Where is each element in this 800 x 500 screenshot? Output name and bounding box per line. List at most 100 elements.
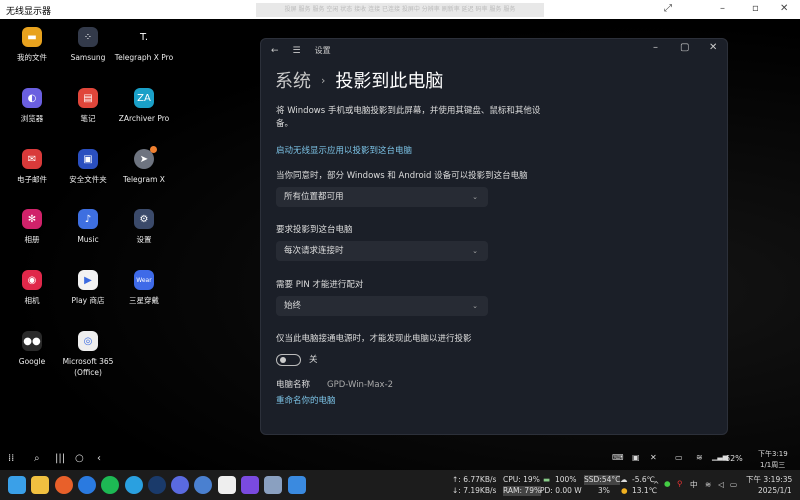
- app-icon-2[interactable]: T. Telegraph X Pro: [114, 27, 174, 63]
- app-icon-3[interactable]: ◐ 浏览器: [2, 88, 62, 124]
- app-glyph-icon: Wear: [134, 270, 154, 290]
- taskbar-settings-icon[interactable]: [264, 476, 283, 494]
- app-label: Music: [77, 235, 99, 244]
- ime-indicator[interactable]: 中: [690, 480, 698, 490]
- app-label: 浏览器: [20, 114, 44, 123]
- app-icon-1[interactable]: ⁘ Samsung: [58, 27, 118, 63]
- net-down: ↓: 7.19KB/s: [452, 486, 497, 495]
- taskbar-app-w-icon[interactable]: [241, 476, 259, 494]
- app-icon-11[interactable]: ⚙ 设置: [114, 209, 174, 245]
- net-up: ↑: 6.77KB/s: [452, 475, 497, 484]
- recents-button[interactable]: |||: [55, 453, 65, 464]
- app-label: ZArchiver Pro: [118, 114, 170, 123]
- keyboard-icon[interactable]: ⌨: [612, 453, 624, 462]
- power-toggle[interactable]: [276, 354, 301, 366]
- taskbar-installer-icon[interactable]: [217, 476, 236, 494]
- app-icon-9[interactable]: ✻ 相册: [2, 209, 62, 245]
- ram-usage: RAM: 79%: [503, 486, 542, 496]
- wifi-icon[interactable]: ≋: [705, 480, 711, 490]
- app-icon-5[interactable]: ZA ZArchiver Pro: [114, 88, 174, 124]
- pin-value: 始终: [284, 301, 302, 311]
- app-glyph-icon: ▤: [78, 88, 98, 108]
- maximize-button[interactable]: ▫: [752, 3, 759, 14]
- app-titlebar: 无线显示器 投屏 服务 服务 空闲 状态 接收 连接 已连接 投屏中 分辨率 刷…: [0, 0, 800, 19]
- app-label: 电子邮件: [17, 175, 47, 184]
- app-icon-8[interactable]: ➤ Telegram X: [114, 146, 174, 185]
- app-glyph-icon: ▬: [22, 27, 42, 47]
- notification-badge: [150, 146, 157, 153]
- menu-icon[interactable]: ☰: [293, 46, 301, 56]
- search-tray-icon[interactable]: ⚲: [677, 479, 683, 489]
- app-icon-12[interactable]: ◉ 相机: [2, 270, 62, 306]
- fullscreen-icon[interactable]: ⤢: [664, 3, 672, 14]
- app-glyph-icon: ◐: [22, 88, 42, 108]
- battery-tray-icon[interactable]: ▭: [730, 480, 737, 490]
- cpu-usage: CPU: 19%: [503, 475, 540, 484]
- taskbar-file-explorer-icon[interactable]: [31, 476, 50, 494]
- back-icon[interactable]: ←: [271, 46, 279, 56]
- rename-pc-link[interactable]: 重命名你的电脑: [276, 395, 336, 408]
- close-button[interactable]: ✕: [780, 3, 788, 14]
- availability-dropdown[interactable]: 所有位置都可用 ⌄: [276, 187, 488, 207]
- app-label: Google: [18, 357, 46, 366]
- app-icon-10[interactable]: ♪ Music: [58, 209, 118, 245]
- app-glyph-icon: ◉: [22, 270, 42, 290]
- app-icon-14[interactable]: Wear 三星穿戴: [114, 270, 174, 306]
- volume-icon[interactable]: ◁: [718, 480, 724, 490]
- taskbar-wireless-display-icon[interactable]: [287, 476, 306, 494]
- ask-dropdown[interactable]: 每次请求连接时 ⌄: [276, 241, 488, 261]
- notification-icon[interactable]: ▭: [675, 453, 683, 462]
- app-icon-7[interactable]: ▣ 安全文件夹: [58, 149, 118, 185]
- tray-app-icon[interactable]: ●: [664, 479, 671, 489]
- taskbar-app-ring-icon[interactable]: [171, 476, 190, 494]
- app-glyph-icon: ✻: [22, 209, 42, 229]
- pd-power: PD: 0.00 W: [540, 486, 582, 495]
- app-glyph-icon: ♪: [78, 209, 98, 229]
- app-label: Telegram X: [123, 175, 165, 184]
- clock-date[interactable]: 2025/1/1: [758, 486, 792, 496]
- minimize-button[interactable]: –: [720, 3, 725, 14]
- app-icon-16[interactable]: ◎ Microsoft 365 (Office): [58, 331, 118, 378]
- app-icon-13[interactable]: ▶ Play 商店: [58, 270, 118, 306]
- page-title: 投影到此电脑: [335, 71, 444, 92]
- app-icon-4[interactable]: ▤ 笔记: [58, 88, 118, 124]
- app-icon-0[interactable]: ▬ 我的文件: [2, 27, 62, 63]
- chevron-right-icon: ›: [321, 73, 326, 87]
- clock-time[interactable]: 下午 3:19:35: [746, 475, 792, 485]
- tray-overflow-icon[interactable]: ^: [653, 480, 659, 490]
- availability-value: 所有位置都可用: [284, 192, 344, 202]
- taskbar-telegram-icon[interactable]: [124, 476, 143, 494]
- back-button[interactable]: ‹: [97, 453, 101, 464]
- close-button[interactable]: ✕: [709, 42, 717, 53]
- taskbar-qbittorrent-icon[interactable]: [194, 476, 213, 494]
- battery-level: 100%: [555, 475, 577, 484]
- pin-dropdown[interactable]: 始终 ⌄: [276, 296, 488, 316]
- ask-label: 要求投影到这台电脑: [276, 225, 353, 235]
- taskbar-app-blue-icon[interactable]: [77, 476, 96, 494]
- app-glyph-icon: ▶: [78, 270, 98, 290]
- app-icon-6[interactable]: ✉ 电子邮件: [2, 149, 62, 185]
- taskbar-spotify-icon[interactable]: [101, 476, 120, 494]
- taskbar-start-icon[interactable]: [8, 476, 26, 494]
- app-icon-15[interactable]: ●● Google: [2, 331, 62, 367]
- taskbar-steam-icon[interactable]: [147, 476, 166, 494]
- chevron-down-icon: ⌄: [472, 247, 478, 255]
- taskbar-firefox-icon[interactable]: [54, 476, 73, 494]
- mute-icon[interactable]: ✕: [650, 453, 657, 462]
- description: 将 Windows 手机或电脑投影到此屏幕，并使用其键盘、鼠标和其他设备。: [276, 106, 541, 129]
- breadcrumb-system[interactable]: 系统: [275, 67, 311, 93]
- search-icon[interactable]: ⌕: [34, 453, 40, 464]
- app-drawer-icon[interactable]: ⁞⁞: [8, 453, 14, 464]
- screenshot-icon[interactable]: ▣: [632, 453, 640, 462]
- app-glyph-icon: ⁘: [78, 27, 98, 47]
- settings-window: ← ☰ 设置 – ▢ ✕ 系统 › 投影到此电脑 将 Windows 手机或电脑…: [260, 38, 728, 435]
- minimize-button[interactable]: –: [653, 42, 658, 53]
- launch-wireless-display-link[interactable]: 启动无线显示应用以投影到这台电脑: [276, 145, 412, 158]
- battery-icon: ▬: [543, 475, 551, 484]
- ssd-usage: 3%: [598, 486, 610, 495]
- maximize-button[interactable]: ▢: [680, 42, 689, 53]
- home-button[interactable]: ○: [75, 453, 84, 464]
- pc-name-value: GPD-Win-Max-2: [327, 380, 394, 390]
- weather-temp-1: -5.6℃: [632, 475, 656, 484]
- status-banner: 投屏 服务 服务 空闲 状态 接收 连接 已连接 投屏中 分辨率 刷新率 延迟 …: [256, 3, 544, 17]
